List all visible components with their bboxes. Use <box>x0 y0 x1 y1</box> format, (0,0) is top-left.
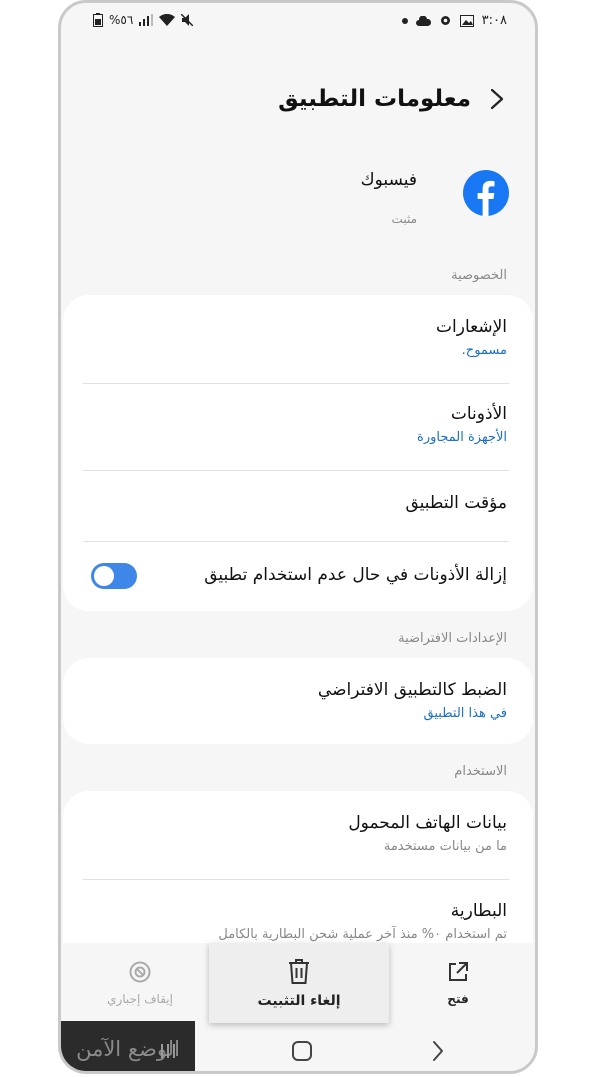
clock: ٣:٠٨ <box>481 13 507 28</box>
nav-back-button[interactable] <box>431 1039 445 1067</box>
uninstall-label: إلغاء التثبيت <box>257 993 341 1009</box>
privacy-card: الإشعارات مسموح. الأذونات الأجهزة المجاو… <box>63 295 533 611</box>
battery-sub: تم استخدام ٠% منذ آخر عملية شحن البطارية… <box>218 927 507 942</box>
section-usage: الاستخدام <box>454 764 507 779</box>
toggle-knob <box>94 566 114 586</box>
force-stop-label: إيقاف إجباري <box>107 992 173 1006</box>
default-app-title: الضبط كالتطبيق الافتراضي <box>317 680 507 700</box>
battery-icon <box>93 13 103 27</box>
remove-permissions-item[interactable]: إزالة الأذونات في حال عدم استخدام تطبيق <box>173 565 507 585</box>
mobile-data-title: بيانات الهاتف المحمول <box>348 813 507 833</box>
divider <box>83 541 509 542</box>
default-app-sub: في هذا التطبيق <box>423 706 507 721</box>
chevron-back-icon <box>490 88 504 110</box>
home-button[interactable] <box>291 1040 313 1066</box>
gallery-icon <box>459 14 474 27</box>
permissions-title: الأذونات <box>450 404 507 424</box>
status-right: ٣:٠٨ <box>401 13 507 28</box>
permissions-sub: الأجهزة المجاورة <box>417 430 507 445</box>
permissions-item[interactable]: الأذونات الأجهزة المجاورة <box>83 404 507 445</box>
chevron-back-icon <box>433 1041 443 1061</box>
open-label: فتح <box>447 992 469 1006</box>
mute-icon <box>181 14 194 26</box>
force-stop-button[interactable]: إيقاف إجباري <box>85 943 195 1023</box>
facebook-app-icon <box>463 170 509 216</box>
remove-permissions-toggle[interactable] <box>91 563 137 589</box>
cloud-icon <box>415 15 431 26</box>
defaults-card: الضبط كالتطبيق الافتراضي في هذا التطبيق <box>63 658 533 744</box>
settings-icon <box>440 16 450 25</box>
bottom-action-bar: فتح إلغاء التثبيت إيقاف إجباري <box>61 943 535 1023</box>
divider <box>83 383 509 384</box>
app-install-status: مثبت <box>391 212 417 226</box>
battery-item[interactable]: البطارية تم استخدام ٠% منذ آخر عملية شحن… <box>83 901 507 942</box>
default-app-item[interactable]: الضبط كالتطبيق الافتراضي في هذا التطبيق <box>83 680 507 721</box>
notifications-title: الإشعارات <box>436 317 507 337</box>
stop-icon <box>129 961 151 983</box>
navigation-bar: الوضع الآمن <box>61 1021 535 1071</box>
home-icon <box>292 1041 312 1061</box>
signal-icon <box>139 14 154 26</box>
battery-percent: %٥٦ <box>109 13 134 27</box>
notifications-item[interactable]: الإشعارات مسموح. <box>83 317 507 358</box>
notification-dot-icon <box>401 17 408 24</box>
page-title: معلومات التطبيق <box>278 86 471 112</box>
open-external-icon <box>449 962 468 981</box>
back-button[interactable] <box>483 85 511 113</box>
wifi-icon <box>159 14 176 26</box>
notifications-sub: مسموح. <box>461 343 507 358</box>
trash-icon <box>289 959 309 984</box>
app-header: فيسبوك مثبت <box>87 166 509 230</box>
open-button[interactable]: فتح <box>403 943 513 1023</box>
phone-frame: ٣:٠٨ %٥٦ معلومات التطبيق فيسبوك مثبت الخ… <box>58 0 538 1074</box>
divider <box>83 879 509 880</box>
divider <box>83 470 509 471</box>
section-privacy: الخصوصية <box>451 268 507 283</box>
app-timer-title: مؤقت التطبيق <box>405 493 507 513</box>
status-left: %٥٦ <box>93 13 194 27</box>
recent-apps-button[interactable] <box>158 1041 178 1065</box>
mobile-data-sub: ما من بيانات مستخدمة <box>383 839 507 854</box>
app-timer-item[interactable]: مؤقت التطبيق <box>83 493 507 513</box>
battery-title: البطارية <box>450 901 507 921</box>
app-name: فيسبوك <box>360 170 417 190</box>
section-defaults: الإعدادات الافتراضية <box>398 631 507 646</box>
top-bar: معلومات التطبيق <box>85 81 511 117</box>
recent-apps-icon <box>161 1044 175 1058</box>
uninstall-button[interactable]: إلغاء التثبيت <box>209 943 389 1023</box>
mobile-data-item[interactable]: بيانات الهاتف المحمول ما من بيانات مستخد… <box>83 813 507 854</box>
remove-permissions-title: إزالة الأذونات في حال عدم استخدام تطبيق <box>204 565 507 585</box>
status-bar: ٣:٠٨ %٥٦ <box>61 13 535 33</box>
